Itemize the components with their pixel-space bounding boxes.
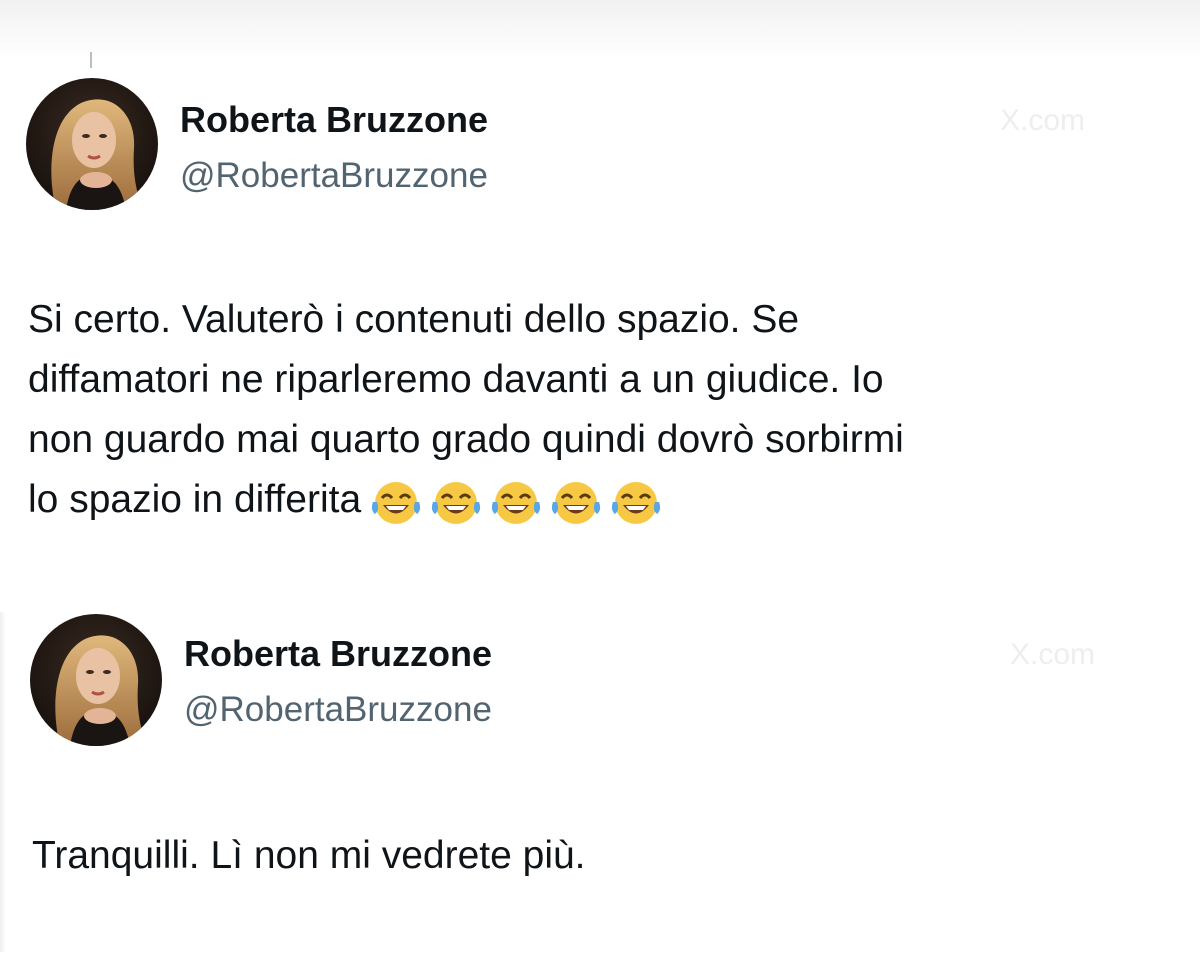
user-handle[interactable]: @RobertaBruzzone	[180, 154, 488, 198]
tweet-text: Si certo. Valuterò i contenuti dello spa…	[28, 290, 1178, 532]
emoji-row	[369, 472, 669, 532]
tweet-card: Roberta Bruzzone @RobertaBruzzone X.com …	[0, 78, 1200, 578]
face-with-tears-of-joy-icon	[492, 482, 541, 525]
avatar-image	[30, 614, 162, 746]
watermark: X.com	[1010, 638, 1096, 671]
watermark: X.com	[1000, 104, 1086, 137]
display-name[interactable]: Roberta Bruzzone	[180, 98, 488, 142]
user-handle[interactable]: @RobertaBruzzone	[184, 688, 492, 732]
tweet-card: Roberta Bruzzone @RobertaBruzzone X.com …	[0, 608, 1200, 948]
face-with-tears-of-joy-icon	[432, 482, 481, 525]
top-strip	[0, 0, 1200, 68]
avatar[interactable]	[30, 614, 162, 746]
avatar-image	[26, 78, 158, 210]
face-with-tears-of-joy-icon	[372, 482, 421, 525]
avatar[interactable]	[26, 78, 158, 210]
face-with-tears-of-joy-icon	[612, 482, 661, 525]
divider-tick	[90, 52, 92, 68]
face-with-tears-of-joy-icon	[552, 482, 601, 525]
tweet-text: Tranquilli. Lì non mi vedrete più.	[32, 834, 586, 877]
display-name[interactable]: Roberta Bruzzone	[184, 632, 492, 676]
